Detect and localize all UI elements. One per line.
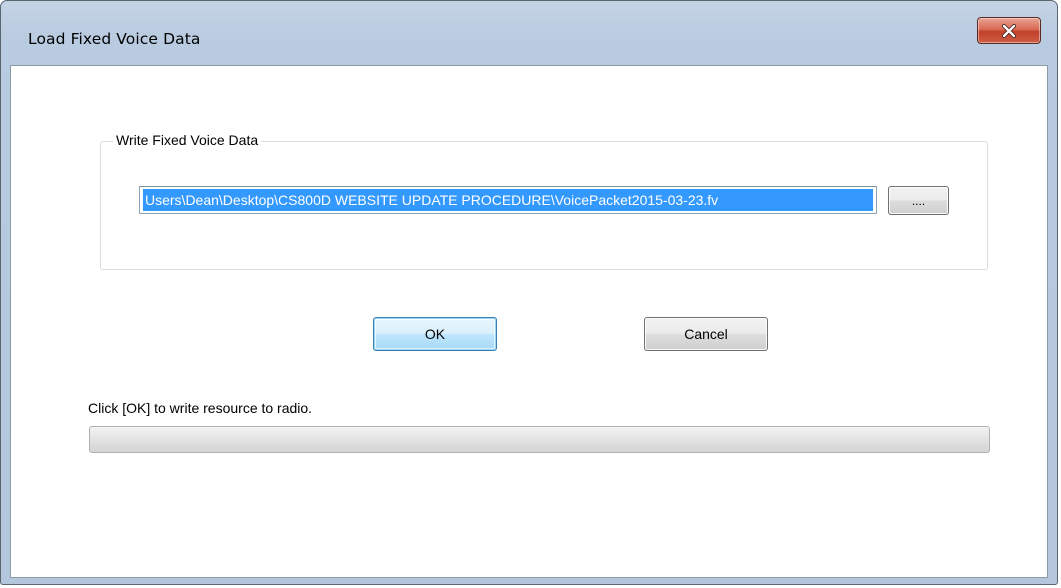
load-fixed-voice-data-dialog: Load Fixed Voice Data Write Fixed Voice … [0, 0, 1058, 585]
ok-button[interactable]: OK [373, 317, 497, 351]
close-button[interactable] [977, 17, 1041, 44]
file-path-selection: Users\Dean\Desktop\CS800D WEBSITE UPDATE… [143, 189, 873, 211]
file-path-text: Users\Dean\Desktop\CS800D WEBSITE UPDATE… [145, 192, 719, 208]
status-message: Click [OK] to write resource to radio. [88, 400, 313, 416]
cancel-button[interactable]: Cancel [644, 317, 768, 351]
dialog-client-area: Write Fixed Voice Data Users\Dean\Deskto… [10, 65, 1048, 578]
file-path-input[interactable]: Users\Dean\Desktop\CS800D WEBSITE UPDATE… [139, 186, 877, 214]
progress-bar [89, 426, 990, 453]
write-fixed-voice-data-group: Write Fixed Voice Data Users\Dean\Deskto… [100, 132, 988, 270]
window-title: Load Fixed Voice Data [28, 30, 201, 48]
group-label: Write Fixed Voice Data [113, 132, 262, 148]
browse-button[interactable]: .... [888, 186, 949, 215]
close-icon [1002, 23, 1016, 38]
title-bar[interactable]: Load Fixed Voice Data [1, 1, 1057, 65]
